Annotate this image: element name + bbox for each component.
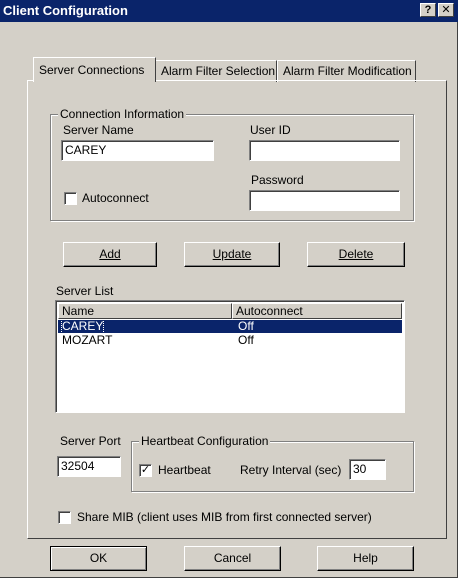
server-name-input[interactable]: CAREY xyxy=(61,140,214,161)
list-item-name: CAREY xyxy=(60,319,105,334)
tab-alarm-filter-modification[interactable]: Alarm Filter Modification xyxy=(277,60,416,82)
update-button[interactable]: Update xyxy=(184,242,280,267)
cancel-button-label: Cancel xyxy=(213,551,252,565)
delete-button[interactable]: Delete xyxy=(307,242,405,267)
server-list-label: Server List xyxy=(56,284,114,298)
connection-information-label: Connection Information xyxy=(58,107,187,121)
delete-button-label: Delete xyxy=(338,247,374,261)
close-icon[interactable]: ✕ xyxy=(438,3,454,17)
column-header-autoconnect[interactable]: Autoconnect xyxy=(232,303,402,319)
tab-alarm-filter-selection[interactable]: Alarm Filter Selection xyxy=(155,60,277,82)
heartbeat-label: Heartbeat xyxy=(158,463,211,477)
heartbeat-configuration-label: Heartbeat Configuration xyxy=(139,434,271,448)
window-title: Client Configuration xyxy=(3,3,128,18)
update-button-label: Update xyxy=(212,247,252,261)
share-mib-checkbox[interactable] xyxy=(58,511,71,524)
user-id-label: User ID xyxy=(250,123,291,137)
help-icon[interactable]: ? xyxy=(420,3,436,17)
autoconnect-label: Autoconnect xyxy=(82,191,149,205)
tab-server-connections[interactable]: Server Connections xyxy=(33,57,156,82)
cancel-button[interactable]: Cancel xyxy=(184,546,281,571)
client-configuration-dialog: Client Configuration ? ✕ Server Connecti… xyxy=(0,0,458,578)
title-bar[interactable]: Client Configuration ? ✕ xyxy=(0,0,458,22)
password-label: Password xyxy=(251,173,304,187)
add-button-label: Add xyxy=(99,247,121,261)
heartbeat-checkbox[interactable]: ✓ xyxy=(139,464,152,477)
ok-button[interactable]: OK xyxy=(50,546,147,571)
autoconnect-checkbox[interactable] xyxy=(64,192,77,205)
server-port-input[interactable]: 32504 xyxy=(57,456,121,477)
retry-interval-label: Retry Interval (sec) xyxy=(240,463,342,477)
user-id-input[interactable] xyxy=(249,140,400,161)
server-name-label: Server Name xyxy=(63,123,134,137)
list-item[interactable]: CAREY Off xyxy=(58,319,402,334)
add-button[interactable]: Add xyxy=(63,242,157,267)
share-mib-label: Share MIB (client uses MIB from first co… xyxy=(77,510,372,524)
ok-button-label: OK xyxy=(89,551,108,565)
password-input[interactable] xyxy=(249,190,400,211)
server-port-label: Server Port xyxy=(60,434,121,448)
retry-interval-input[interactable]: 30 xyxy=(349,459,386,480)
list-item-name: MOZART xyxy=(62,333,113,347)
list-item-autoconnect: Off xyxy=(238,333,254,347)
server-list[interactable]: Name Autoconnect CAREY Off MOZART Off xyxy=(55,300,405,413)
check-icon: ✓ xyxy=(140,464,151,476)
help-button[interactable]: Help xyxy=(317,546,414,571)
list-item[interactable]: MOZART Off xyxy=(58,334,402,347)
column-header-name[interactable]: Name xyxy=(58,303,232,319)
help-button-label: Help xyxy=(353,551,378,565)
list-item-autoconnect: Off xyxy=(238,319,254,333)
